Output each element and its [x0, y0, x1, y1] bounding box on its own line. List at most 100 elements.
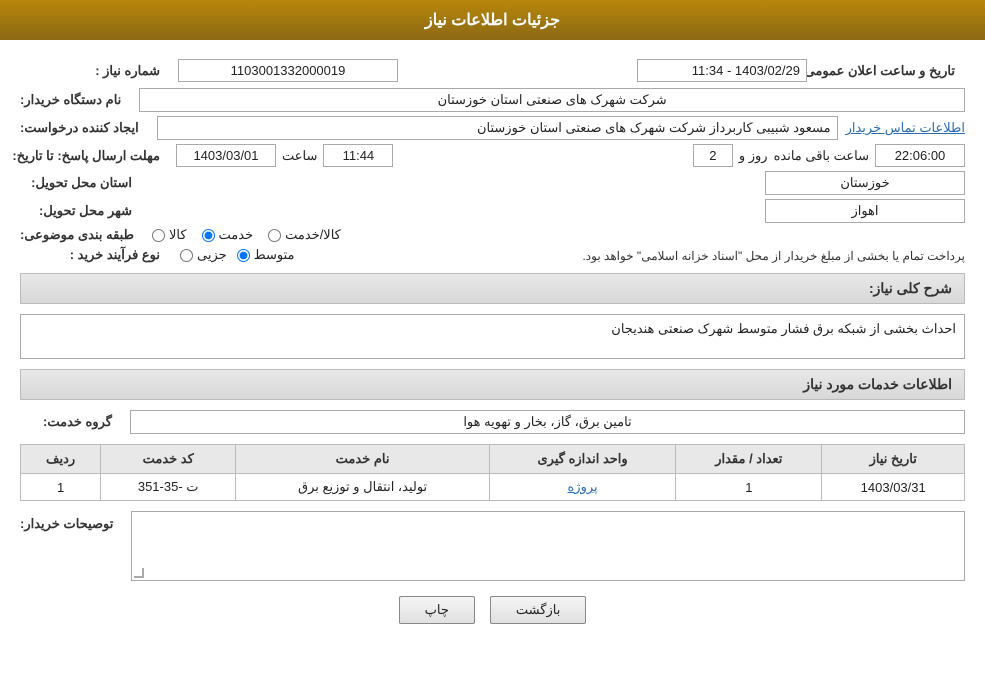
table-row: 1403/03/31 1 پروژه تولید، انتقال و توزیع…	[21, 474, 965, 501]
page-title: جزئیات اطلاعات نیاز	[425, 12, 560, 29]
cell-date: 1403/03/31	[822, 474, 965, 501]
back-button[interactable]: بازگشت	[490, 596, 586, 624]
col-count-header: تعداد / مقدار	[676, 445, 822, 474]
category-khedmat-label: خدمت	[219, 227, 254, 243]
description-section-title: شرح کلی نیاز:	[20, 273, 965, 304]
buyer-notes-resize[interactable]	[134, 568, 144, 578]
col-code-header: کد خدمت	[101, 445, 236, 474]
category-row: کالا خدمت کالا/خدمت طبقه بندی موضوعی:	[20, 227, 965, 243]
reply-deadline-label: مهلت ارسال پاسخ: تا تاریخ:	[20, 148, 170, 164]
buyer-org-label: نام دستگاه خریدار:	[20, 92, 131, 107]
services-section-title: اطلاعات خدمات مورد نیاز	[20, 369, 965, 400]
service-group-row: تامین برق، گاز، بخار و تهویه هوا گروه خد…	[20, 410, 965, 434]
province-value: خوزستان	[765, 171, 965, 195]
service-table-header: تاریخ نیاز تعداد / مقدار واحد اندازه گیر…	[21, 445, 965, 474]
buyer-notes-label-cell: توصیحات خریدار:	[20, 511, 131, 532]
category-kala-khedmat-radio[interactable]	[268, 229, 281, 242]
purchase-type-label: نوع فرآیند خرید :	[20, 247, 170, 263]
page-wrapper: جزئیات اطلاعات نیاز تاریخ و ساعت اعلان ع…	[0, 0, 985, 691]
category-kala-item: کالا	[152, 227, 187, 243]
announce-date-label: تاریخ و ساعت اعلان عمومی:	[815, 63, 965, 79]
purchase-type-controls: نوع فرآیند خرید : جزیی متوسط	[20, 247, 295, 263]
category-kala-khedmat-label: کالا/خدمت	[285, 227, 341, 243]
description-section: شرح کلی نیاز: احداث بخشی از شبکه برق فشا…	[20, 273, 965, 359]
creator-value: مسعود شبیبی کاربرداز شرکت شهرک های صنعتی…	[157, 116, 838, 140]
purchase-motevaset-radio[interactable]	[237, 249, 250, 262]
description-content: احداث بخشی از شبکه برق فشار متوسط شهرک ص…	[20, 314, 965, 359]
print-button[interactable]: چاپ	[399, 596, 475, 624]
purchase-notice-text: پرداخت تمام یا بخشی از مبلغ خریدار از مح…	[582, 249, 965, 263]
reply-days-value: 2	[693, 144, 733, 167]
category-kala-label: کالا	[169, 227, 187, 243]
service-group-field: تامین برق، گاز، بخار و تهویه هوا	[130, 410, 965, 434]
col-name-header: نام خدمت	[236, 445, 490, 474]
col-date-header: تاریخ نیاز	[822, 445, 965, 474]
col-row-header: ردیف	[21, 445, 101, 474]
province-label-cell: استان محل تحویل:	[20, 175, 150, 191]
service-group-label-cell: گروه خدمت:	[20, 414, 130, 430]
reply-remaining-label: ساعت باقی مانده	[774, 148, 869, 164]
service-table-header-row: تاریخ نیاز تعداد / مقدار واحد اندازه گیر…	[21, 445, 965, 474]
province-field: خوزستان	[150, 171, 965, 195]
city-value: اهواز	[765, 199, 965, 223]
category-label: طبقه بندی موضوعی:	[20, 227, 144, 242]
deadline-left: 22:06:00 ساعت باقی مانده روز و 2	[693, 144, 965, 167]
category-radios: کالا خدمت کالا/خدمت	[152, 227, 965, 243]
buyer-org-field: شرکت شهرک های صنعتی استان خوزستان	[139, 88, 965, 112]
purchase-motevaset-item: متوسط	[237, 247, 295, 263]
creator-label: ایجاد کننده درخواست:	[20, 120, 149, 135]
cell-unit[interactable]: پروژه	[490, 474, 676, 501]
need-number-label: شماره نیاز :	[20, 63, 170, 79]
buyer-notes-label: توصیحات خریدار:	[20, 516, 123, 531]
purchase-jozei-label: جزیی	[197, 247, 227, 263]
service-group-value: تامین برق، گاز، بخار و تهویه هوا	[130, 410, 965, 434]
category-label-cell: طبقه بندی موضوعی:	[20, 227, 152, 243]
deadline-row: 22:06:00 ساعت باقی مانده روز و 2 مهلت ار…	[20, 144, 965, 167]
purchase-jozei-radio[interactable]	[180, 249, 193, 262]
purchase-motevaset-label: متوسط	[254, 247, 295, 263]
top-row: تاریخ و ساعت اعلان عمومی: 1403/02/29 - 1…	[20, 59, 965, 82]
category-khedmat-radio[interactable]	[202, 229, 215, 242]
announce-date-group: تاریخ و ساعت اعلان عمومی: 1403/02/29 - 1…	[637, 59, 965, 82]
reply-date-value: 1403/03/01	[176, 144, 276, 167]
purchase-notice-area: پرداخت تمام یا بخشی از مبلغ خریدار از مح…	[295, 248, 965, 263]
deadline-right: مهلت ارسال پاسخ: تا تاریخ: 1403/03/01 سا…	[20, 144, 393, 167]
province-row: خوزستان استان محل تحویل:	[20, 171, 965, 195]
city-row: اهواز شهر محل تحویل:	[20, 199, 965, 223]
city-label: شهر محل تحویل:	[39, 203, 142, 218]
col-unit-header: واحد اندازه گیری	[490, 445, 676, 474]
creator-row: اطلاعات تماس خریدار مسعود شبیبی کاربرداز…	[20, 116, 965, 140]
category-kala-radio[interactable]	[152, 229, 165, 242]
buyer-org-value: شرکت شهرک های صنعتی استان خوزستان	[139, 88, 965, 112]
buyer-org-label-cell: نام دستگاه خریدار:	[20, 92, 139, 108]
need-number-value: 1103001332000019	[178, 59, 398, 82]
service-table: تاریخ نیاز تعداد / مقدار واحد اندازه گیر…	[20, 444, 965, 501]
need-number-group: شماره نیاز : 1103001332000019	[20, 59, 398, 82]
button-row: بازگشت چاپ	[20, 596, 965, 624]
cell-count: 1	[676, 474, 822, 501]
cell-name: تولید، انتقال و توزیع برق	[236, 474, 490, 501]
purchase-type-row: پرداخت تمام یا بخشی از مبلغ خریدار از مح…	[20, 247, 965, 263]
buyer-notes-box	[131, 511, 965, 581]
reply-day-label: روز و	[739, 148, 768, 164]
service-group-label: گروه خدمت:	[43, 414, 122, 429]
content-area: تاریخ و ساعت اعلان عمومی: 1403/02/29 - 1…	[0, 40, 985, 654]
page-header: جزئیات اطلاعات نیاز	[0, 0, 985, 40]
buyer-notes-section: توصیحات خریدار:	[20, 511, 965, 581]
buyer-org-row: شرکت شهرک های صنعتی استان خوزستان نام دس…	[20, 88, 965, 112]
city-field: اهواز	[150, 199, 965, 223]
category-khedmat-item: خدمت	[202, 227, 254, 243]
service-table-body: 1403/03/31 1 پروژه تولید، انتقال و توزیع…	[21, 474, 965, 501]
cell-row: 1	[21, 474, 101, 501]
announce-date-value: 1403/02/29 - 11:34	[637, 59, 807, 82]
cell-code: ت -35-351	[101, 474, 236, 501]
reply-time-label: ساعت	[282, 148, 317, 164]
creator-field: اطلاعات تماس خریدار مسعود شبیبی کاربرداز…	[157, 116, 965, 140]
category-kala-khedmat-item: کالا/خدمت	[268, 227, 341, 243]
description-value: احداث بخشی از شبکه برق فشار متوسط شهرک ص…	[20, 314, 965, 359]
reply-time-value: 11:44	[323, 144, 393, 167]
province-label: استان محل تحویل:	[31, 175, 142, 190]
reply-remaining-value: 22:06:00	[875, 144, 965, 167]
city-label-cell: شهر محل تحویل:	[20, 203, 150, 219]
creator-link[interactable]: اطلاعات تماس خریدار	[846, 120, 965, 136]
